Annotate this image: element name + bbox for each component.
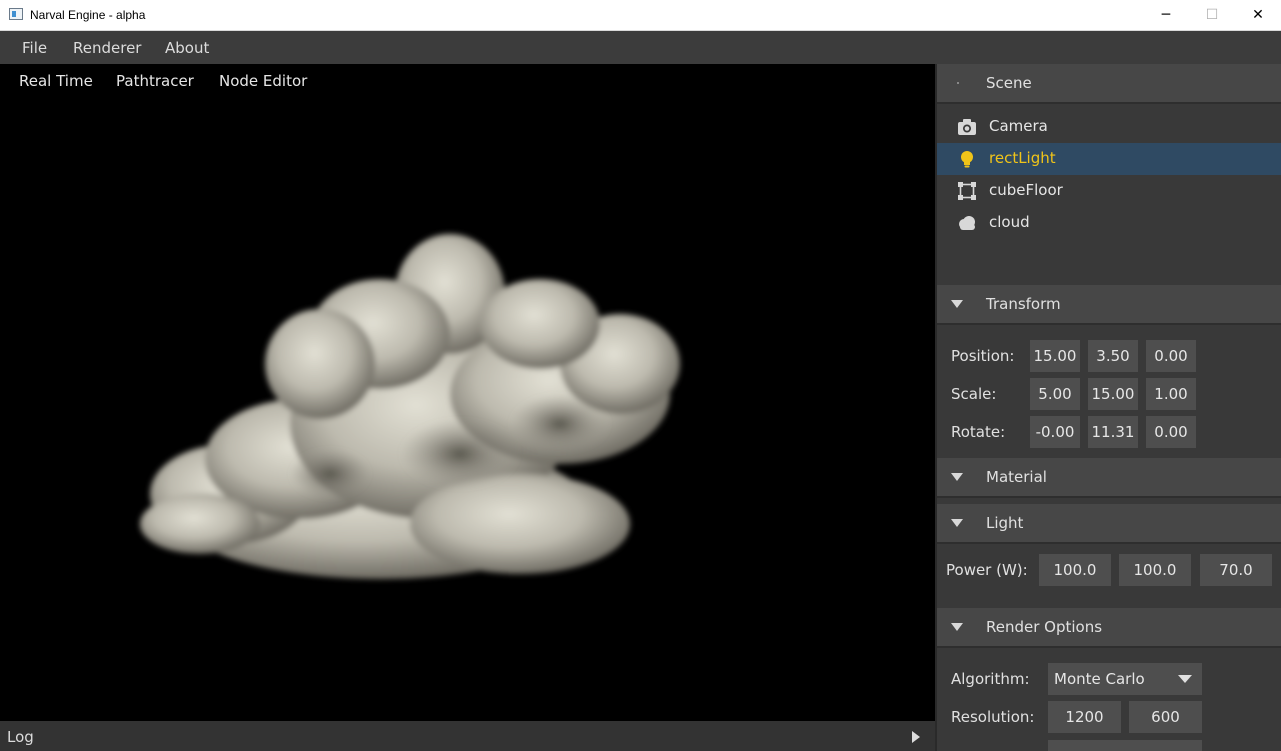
collapse-triangle-icon	[951, 519, 963, 527]
expand-log-icon[interactable]	[912, 731, 920, 743]
scene-item-label: cloud	[989, 213, 1030, 231]
light-section-header[interactable]: Light	[937, 504, 1281, 544]
resolution-height-input[interactable]: 600	[1129, 701, 1202, 733]
menu-bar: File Renderer About	[0, 31, 1281, 64]
power-b-input[interactable]: 70.0	[1200, 554, 1272, 586]
material-section-header[interactable]: Material	[937, 458, 1281, 498]
rotate-label: Rotate:	[951, 423, 1006, 441]
cloud-icon	[959, 216, 975, 230]
scale-y-input[interactable]: 15.00	[1088, 378, 1138, 410]
collapse-triangle-icon	[951, 473, 963, 481]
transform-section-title: Transform	[986, 295, 1061, 313]
collapse-triangle-icon	[951, 300, 963, 308]
rotate-z-input[interactable]: 0.00	[1146, 416, 1196, 448]
scene-item-label: cubeFloor	[989, 181, 1063, 199]
transform-section-header[interactable]: Transform	[937, 285, 1281, 325]
scene-item-cloud[interactable]: cloud	[937, 207, 1281, 239]
render-option-field[interactable]	[1048, 740, 1202, 751]
maximize-button[interactable]: ☐	[1189, 0, 1235, 31]
resolution-width-input[interactable]: 1200	[1048, 701, 1121, 733]
camera-icon	[958, 119, 976, 135]
tab-pathtracer[interactable]: Pathtracer	[116, 72, 194, 90]
close-button[interactable]: ✕	[1235, 0, 1281, 31]
light-section-title: Light	[986, 514, 1024, 532]
render-viewport[interactable]: Real Time Pathtracer Node Editor	[0, 64, 935, 721]
minimize-button[interactable]: ─	[1143, 0, 1189, 31]
algorithm-select[interactable]: Monte Carlo	[1048, 663, 1168, 695]
scene-item-rectlight[interactable]: rectLight	[937, 143, 1281, 175]
scale-x-input[interactable]: 5.00	[1030, 378, 1080, 410]
collapse-triangle-icon	[951, 623, 963, 631]
scene-item-cubefloor[interactable]: cubeFloor	[937, 175, 1281, 207]
power-label: Power (W):	[946, 561, 1028, 579]
cloud-render-image	[140, 234, 680, 579]
rotate-x-input[interactable]: -0.00	[1030, 416, 1080, 448]
properties-panel: Scene Camera rectLight cubeFloor cloud T…	[935, 64, 1281, 751]
render-options-section-header[interactable]: Render Options	[937, 608, 1281, 648]
menu-file[interactable]: File	[22, 39, 47, 57]
chevron-down-icon[interactable]	[1168, 663, 1202, 695]
lightbulb-icon	[961, 151, 973, 168]
menu-about[interactable]: About	[165, 39, 209, 57]
window-title-bar: Narval Engine - alpha ─ ☐ ✕	[0, 0, 1281, 31]
scale-label: Scale:	[951, 385, 997, 403]
tab-node-editor[interactable]: Node Editor	[219, 72, 307, 90]
window-title: Narval Engine - alpha	[30, 8, 146, 22]
scale-z-input[interactable]: 1.00	[1146, 378, 1196, 410]
algorithm-label: Algorithm:	[951, 670, 1030, 688]
rotate-y-input[interactable]: 11.31	[1088, 416, 1138, 448]
material-section-title: Material	[986, 468, 1047, 486]
render-options-section-title: Render Options	[986, 618, 1103, 636]
position-y-input[interactable]: 3.50	[1088, 340, 1138, 372]
scene-section-title: Scene	[986, 74, 1032, 92]
position-label: Position:	[951, 347, 1015, 365]
tab-real-time[interactable]: Real Time	[19, 72, 93, 90]
position-x-input[interactable]: 15.00	[1030, 340, 1080, 372]
cube-icon	[958, 182, 976, 200]
resolution-label: Resolution:	[951, 708, 1035, 726]
power-g-input[interactable]: 100.0	[1119, 554, 1191, 586]
power-r-input[interactable]: 100.0	[1039, 554, 1111, 586]
collapse-dot-icon	[957, 82, 959, 84]
position-z-input[interactable]: 0.00	[1146, 340, 1196, 372]
menu-renderer[interactable]: Renderer	[73, 39, 141, 57]
scene-item-label: rectLight	[989, 149, 1056, 167]
scene-item-camera[interactable]: Camera	[937, 111, 1281, 143]
log-panel-bar[interactable]: Log	[0, 721, 935, 751]
app-icon	[9, 8, 23, 20]
scene-section-header[interactable]: Scene	[937, 64, 1281, 104]
log-label: Log	[7, 728, 34, 746]
scene-item-label: Camera	[989, 117, 1048, 135]
